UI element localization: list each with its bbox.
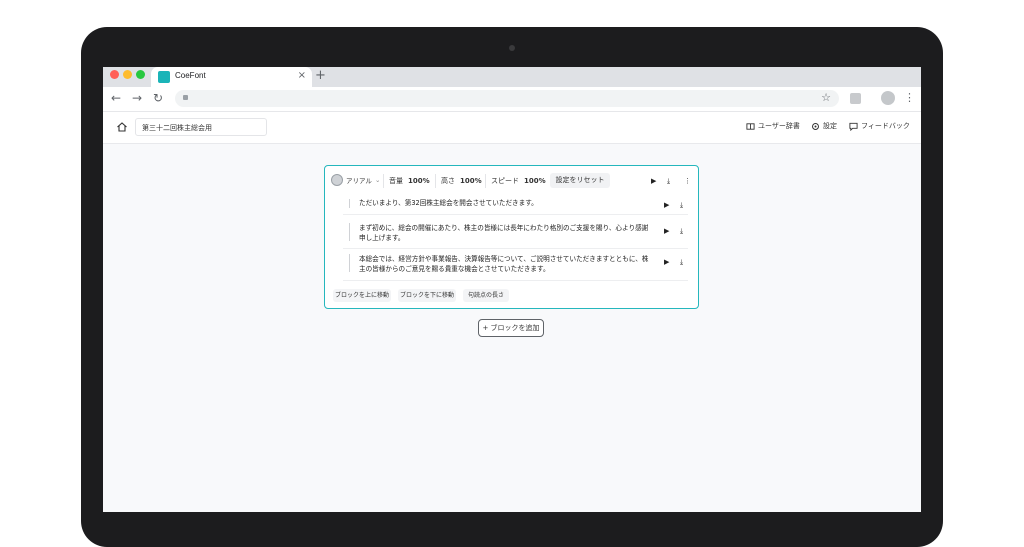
download-icon[interactable]: ⤓: [680, 227, 683, 236]
browser-window: CoeFont × + ← → ↻ ☆ ⋮ 第三十二回株主総会用 ユーザー辞書 …: [103, 67, 921, 512]
pitch-label: 高さ: [441, 177, 455, 185]
app-header: 第三十二回株主総会用 ユーザー辞書 設定 フィードバック: [103, 112, 921, 144]
speed-value: 100%: [524, 177, 546, 185]
user-dictionary-button[interactable]: ユーザー辞書: [746, 121, 800, 131]
drag-handle[interactable]: [349, 223, 350, 241]
text-block-3-line-2: 主の皆様からのご意見を賜る貴重な機会とさせていただきます。: [359, 265, 550, 273]
block-divider: [343, 214, 688, 215]
download-icon[interactable]: ⤓: [680, 258, 683, 267]
volume-control[interactable]: 音量 100%: [389, 176, 430, 186]
pitch-value: 100%: [460, 177, 482, 185]
move-block-up-button[interactable]: ブロックを上に移動: [333, 289, 391, 302]
browser-tab[interactable]: CoeFont ×: [151, 67, 312, 87]
drag-handle[interactable]: [349, 254, 350, 272]
coefont-favicon-icon: [158, 71, 170, 83]
punctuation-length-button[interactable]: 句読点の長さ: [463, 289, 509, 302]
close-window-button[interactable]: [110, 70, 119, 79]
download-icon[interactable]: ⤓: [680, 201, 683, 210]
dictionary-icon: [746, 122, 755, 130]
more-options-icon[interactable]: ⋮: [684, 177, 691, 186]
project-name-field[interactable]: 第三十二回株主総会用: [135, 118, 267, 136]
back-icon[interactable]: ←: [111, 91, 121, 105]
volume-label: 音量: [389, 177, 403, 185]
address-bar[interactable]: ☆: [175, 90, 839, 107]
user-dictionary-label: ユーザー辞書: [758, 122, 800, 130]
close-icon[interactable]: ×: [298, 70, 306, 82]
lock-icon: [183, 95, 188, 100]
chevron-down-icon: ⌄: [374, 176, 381, 184]
speed-control[interactable]: スピード 100%: [491, 176, 546, 186]
feedback-icon: [849, 122, 858, 131]
pitch-control[interactable]: 高さ 100%: [441, 176, 482, 186]
reload-icon[interactable]: ↻: [153, 91, 163, 105]
drag-handle[interactable]: [349, 199, 350, 208]
speed-label: スピード: [491, 177, 519, 185]
text-block-2-line-1: まず初めに、総会の開催にあたり、株主の皆様には長年にわたり格別のご支援を賜り、心…: [359, 224, 649, 232]
voice-avatar: [331, 174, 343, 186]
play-icon[interactable]: ▶: [664, 227, 669, 236]
zoom-window-button[interactable]: [136, 70, 145, 79]
text-block-2[interactable]: まず初めに、総会の開催にあたり、株主の皆様には長年にわたり格別のご支援を賜り、心…: [359, 223, 654, 243]
voice-name: アリアル: [346, 177, 372, 185]
forward-icon[interactable]: →: [132, 91, 142, 105]
move-block-down-button[interactable]: ブロックを下に移動: [398, 289, 456, 302]
voice-selector[interactable]: アリアル ⌄: [331, 174, 380, 186]
play-icon[interactable]: ▶: [664, 258, 669, 267]
bookmark-star-icon[interactable]: ☆: [821, 91, 831, 104]
feedback-label: フィードバック: [861, 122, 910, 130]
text-block-2-line-2: 申し上げます。: [359, 234, 405, 242]
divider: [383, 174, 384, 188]
extension-icon[interactable]: [850, 93, 861, 104]
play-icon[interactable]: ▶: [651, 177, 656, 186]
play-icon[interactable]: ▶: [664, 201, 669, 210]
profile-avatar[interactable]: [881, 91, 895, 105]
divider: [485, 174, 486, 188]
settings-button[interactable]: 設定: [811, 121, 837, 131]
minimize-window-button[interactable]: [123, 70, 132, 79]
text-block-group[interactable]: アリアル ⌄ 音量 100% 高さ 100% スピード 100% 設定をリセット ▶ …: [324, 165, 699, 309]
home-icon[interactable]: [116, 121, 128, 133]
add-block-button[interactable]: + ブロックを追加: [478, 319, 544, 337]
volume-value: 100%: [408, 177, 430, 185]
text-block-3-line-1: 本総会では、経営方針や事業報告、決算報告等について、ご説明させていただきますとと…: [359, 255, 649, 263]
block-divider: [343, 280, 688, 281]
block-divider: [343, 248, 688, 249]
settings-label: 設定: [823, 122, 837, 130]
reset-settings-button[interactable]: 設定をリセット: [550, 173, 610, 188]
gear-icon: [812, 122, 819, 130]
tab-bar: CoeFont × +: [103, 67, 921, 87]
browser-toolbar: ← → ↻ ☆ ⋮: [103, 87, 921, 111]
new-tab-button[interactable]: +: [315, 68, 326, 84]
browser-menu-icon[interactable]: ⋮: [904, 91, 915, 105]
divider: [435, 174, 436, 188]
camera-dot: [509, 45, 515, 51]
download-icon[interactable]: ⤓: [667, 177, 670, 186]
tab-title: CoeFont: [175, 71, 206, 80]
feedback-button[interactable]: フィードバック: [849, 121, 910, 131]
text-block-3[interactable]: 本総会では、経営方針や事業報告、決算報告等について、ご説明させていただきますとと…: [359, 254, 654, 274]
text-block-1[interactable]: ただいまより、第32回株主総会を開会させていただきます。: [359, 198, 538, 208]
